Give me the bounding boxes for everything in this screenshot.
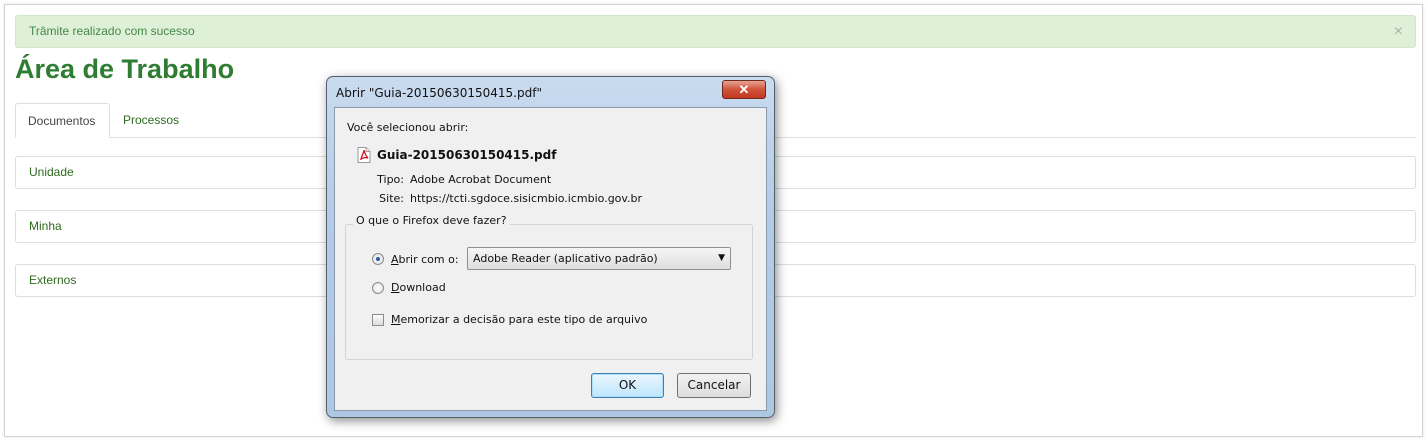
close-icon[interactable]: × (1394, 16, 1403, 47)
tab-processos[interactable]: Processos (111, 103, 191, 138)
file-name: Guia-20150630150415.pdf (377, 148, 557, 162)
close-icon: ✕ (738, 82, 750, 97)
type-value: Adobe Acrobat Document (410, 173, 552, 186)
application-select[interactable]: Adobe Reader (aplicativo padrão) ▼ (467, 247, 731, 270)
site-value: https://tcti.sgdoce.sisicmbio.icmbio.gov… (410, 192, 643, 205)
open-with-label[interactable]: Abrir com o: (391, 253, 459, 266)
open-with-radio[interactable] (372, 253, 384, 265)
action-question: O que o Firefox deve fazer? (353, 214, 510, 227)
remember-decision-label[interactable]: Memorizar a decisão para este tipo de ar… (391, 313, 647, 326)
open-with-mnemonic: A (391, 253, 399, 266)
dialog-body: Você selecionou abrir: Guia-201506301504… (334, 107, 767, 411)
you-selected-label: Você selecionou abrir: (347, 121, 469, 134)
open-file-dialog: Abrir "Guia-20150630150415.pdf" ✕ Você s… (326, 76, 775, 418)
dialog-title: Abrir "Guia-20150630150415.pdf" (336, 86, 542, 100)
remember-decision-checkbox[interactable] (372, 314, 384, 326)
application-select-value: Adobe Reader (aplicativo padrão) (473, 252, 658, 265)
download-radio[interactable] (372, 282, 384, 294)
page-title: Área de Trabalho (15, 54, 235, 84)
remember-mnemonic: M (391, 313, 401, 326)
ok-button[interactable]: OK (591, 373, 664, 398)
open-with-text: brir com o: (398, 253, 459, 266)
dialog-close-button[interactable]: ✕ (722, 80, 766, 99)
success-alert: Trâmite realizado com sucesso × (15, 15, 1416, 48)
tab-documentos[interactable]: Documentos (15, 103, 110, 138)
download-text: ownload (399, 281, 446, 294)
pdf-file-icon (357, 147, 371, 163)
alert-message: Trâmite realizado com sucesso (29, 24, 195, 38)
site-label: Site: (379, 192, 404, 205)
cancel-button[interactable]: Cancelar (677, 373, 751, 398)
remember-text: emorizar a decisão para este tipo de arq… (400, 313, 648, 326)
download-label[interactable]: Download (391, 281, 446, 294)
type-label: Tipo: (377, 173, 404, 186)
chevron-down-icon: ▼ (718, 253, 725, 263)
